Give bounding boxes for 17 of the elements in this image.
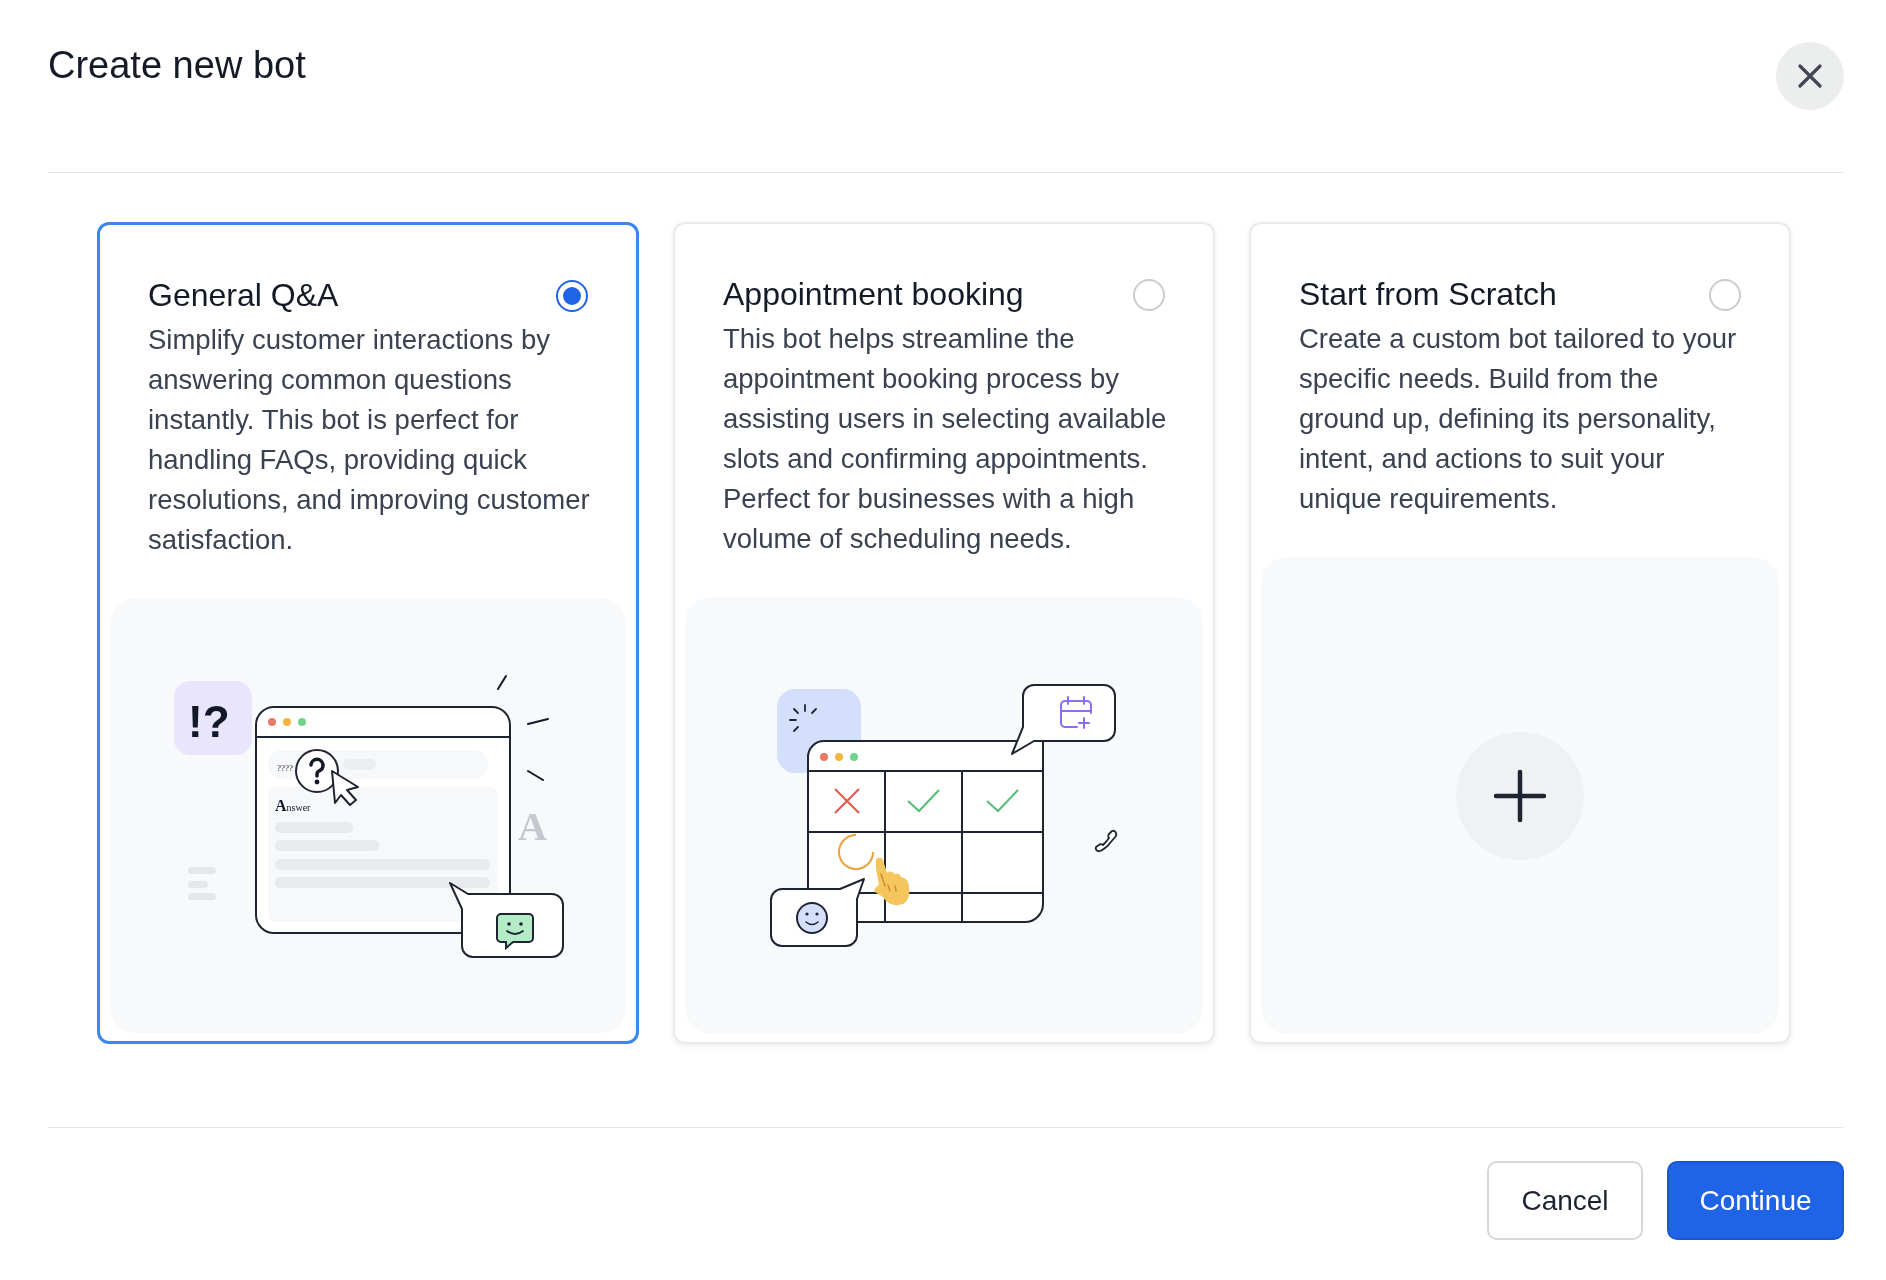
query-text: ???? bbox=[277, 762, 293, 773]
dialog-title: Create new bot bbox=[48, 44, 306, 87]
answer-heading: Answer bbox=[275, 796, 311, 814]
badge-text: !? bbox=[188, 696, 230, 746]
card-description: Simplify customer interactions by answering common questions instantly. This bot is perfect for handling FAQs, providing quick resolutions, and improving customer satisfaction. bbox=[147, 323, 591, 557]
continue-button[interactable]: Continue bbox=[1667, 1161, 1844, 1240]
card-title: General Q&A bbox=[148, 277, 339, 314]
bot-option-card[interactable] bbox=[97, 222, 639, 1044]
card-title: Start from Scratch bbox=[1299, 276, 1557, 313]
card-description: This bot helps streamline the appointment booking process by assisting users in selecting available slots and confirming appointments. Perfect for businesses with a high volume of scheduling needs. bbox=[722, 322, 1168, 556]
plus-icon bbox=[1493, 768, 1547, 823]
card-title: Appointment booking bbox=[723, 276, 1024, 313]
bot-option-card[interactable]: Start from Scratch Create a custom bot tailored to your specific needs. Build from the ground up, defining its personality, intent, and actions to suit your unique requirements. bbox=[1249, 222, 1791, 1044]
radio-button[interactable] bbox=[556, 279, 588, 312]
card-description: Create a custom bot tailored to your specific needs. Build from the ground up, defining its personality, intent, and actions to suit your unique requirements. bbox=[1298, 322, 1738, 516]
close-icon bbox=[1797, 63, 1823, 89]
cancel-button[interactable]: Cancel bbox=[1487, 1161, 1643, 1240]
